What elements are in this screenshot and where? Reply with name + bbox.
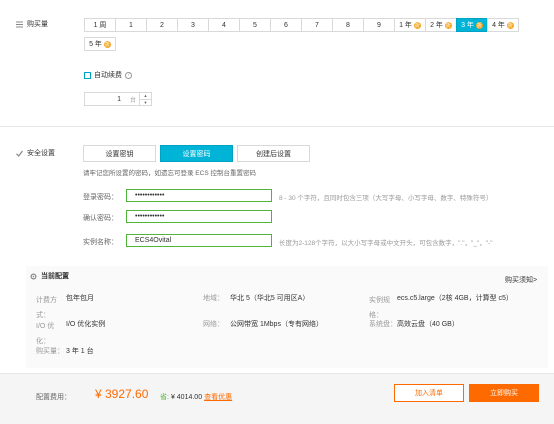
quantity-stepper[interactable]: 1 台 ▲ ▼ xyxy=(84,92,152,106)
duration-option-5y[interactable]: 5 年折 xyxy=(84,37,116,51)
tab-set-key[interactable]: 设置密钥 xyxy=(83,145,156,162)
current-config-title: 当前配置 xyxy=(30,271,69,281)
config-value: 包年包月 xyxy=(66,295,94,302)
duration-label: 5 xyxy=(253,21,257,29)
gear-icon xyxy=(30,272,37,280)
discount-badge-icon: 折 xyxy=(475,21,483,29)
instance-name-hint: 长度为2-128个字符，以大小写字母或中文开头，可包含数字，"."，"_"，"-… xyxy=(279,240,493,247)
check-icon xyxy=(16,150,23,157)
duration-option-3m[interactable]: 3 xyxy=(177,18,209,32)
view-discount-link[interactable]: 查看优惠 xyxy=(204,392,232,402)
duration-label: 1 周 xyxy=(93,22,107,29)
section-divider xyxy=(0,126,554,127)
security-section-label: 安全设置 xyxy=(27,150,55,157)
buy-now-label: 立即购买 xyxy=(490,390,518,397)
config-value: ecs.c5.large（2核 4GB，计算型 c5） xyxy=(397,295,513,302)
discount-badge-icon: 折 xyxy=(444,21,452,29)
duration-label: 3 xyxy=(191,21,195,29)
discount-badge-icon: 折 xyxy=(413,21,421,29)
chevron-down-icon[interactable]: ▼ xyxy=(140,98,151,106)
quantity-value[interactable]: 1 xyxy=(85,93,127,105)
tab-label: 创建后设置 xyxy=(256,150,291,158)
current-config-panel xyxy=(26,266,548,368)
instance-name-input[interactable]: ECS4Ovital xyxy=(126,234,272,247)
buy-now-button[interactable]: 立即购买 xyxy=(469,384,539,402)
duration-label: 4 xyxy=(222,21,226,29)
duration-label: 6 xyxy=(284,21,288,29)
duration-option-5m[interactable]: 5 xyxy=(239,18,271,32)
help-icon[interactable]: ? xyxy=(125,71,132,79)
duration-label: 7 xyxy=(315,21,319,29)
duration-option-2y[interactable]: 2 年折 xyxy=(425,18,457,32)
duration-option-8m[interactable]: 8 xyxy=(332,18,364,32)
config-value: 高效云盘（40 GB） xyxy=(397,321,459,328)
duration-option-9m[interactable]: 9 xyxy=(363,18,395,32)
config-key: 系统盘： xyxy=(369,321,397,328)
duration-label: 8 xyxy=(346,21,350,29)
total-price: ¥ 3927.60 xyxy=(95,387,149,401)
tab-label: 设置密钥 xyxy=(105,150,134,158)
stepper-arrows: ▲ ▼ xyxy=(139,93,151,105)
duration-label: 5 年 xyxy=(89,41,102,48)
auto-renew: 自动续费 ? xyxy=(84,70,132,80)
duration-option-3y[interactable]: 3 年折 xyxy=(456,18,488,32)
fee-label: 配置费用： xyxy=(36,394,71,401)
purchase-notice-link[interactable]: 购买须知> xyxy=(505,275,537,285)
purchase-section-title: 购买量 xyxy=(16,19,48,29)
duration-label: 2 xyxy=(160,21,164,29)
security-section-title: 安全设置 xyxy=(16,148,55,158)
login-password-label: 登录密码： xyxy=(83,194,118,201)
duration-label: 2 年 xyxy=(430,22,443,29)
password-notice: 请牢记您所设置的密码，如遗忘可登录 ECS 控制台重置密码 xyxy=(83,170,256,177)
config-key: 网络： xyxy=(203,321,224,328)
duration-label: 3 年 xyxy=(461,22,474,29)
duration-label: 1 年 xyxy=(399,22,412,29)
discount-badge-icon: 折 xyxy=(103,40,111,48)
savings-info: 省: ¥ 4014.00 查看优惠 xyxy=(160,392,232,402)
quantity-unit: 台 xyxy=(129,97,136,104)
duration-label: 4 年 xyxy=(492,22,505,29)
config-key: 购买量： xyxy=(36,348,64,355)
duration-selector-row2: 5 年折 xyxy=(84,37,116,51)
duration-option-2m[interactable]: 2 xyxy=(146,18,178,32)
duration-option-4y[interactable]: 4 年折 xyxy=(487,18,519,32)
duration-option-1w[interactable]: 1 周 xyxy=(84,18,116,32)
duration-label: 1 xyxy=(129,21,133,29)
saved-prefix: 省: xyxy=(160,394,169,401)
discount-badge-icon: 折 xyxy=(506,21,514,29)
instance-name-label: 实例名称： xyxy=(83,239,118,246)
add-to-list-label: 加入清单 xyxy=(415,390,443,397)
duration-label: 9 xyxy=(377,21,381,29)
tab-set-after-create[interactable]: 创建后设置 xyxy=(237,145,310,162)
duration-option-4m[interactable]: 4 xyxy=(208,18,240,32)
duration-selector: 1 周 1 2 3 4 5 6 7 8 9 1 年折 2 年折 3 年折 4 年… xyxy=(84,18,519,32)
saved-value: ¥ 4014.00 xyxy=(170,393,203,401)
duration-option-6m[interactable]: 6 xyxy=(270,18,302,32)
confirm-password-label: 确认密码： xyxy=(83,215,118,222)
auto-renew-checkbox[interactable] xyxy=(84,71,91,79)
config-key: 地域： xyxy=(203,295,224,302)
current-config-label: 当前配置 xyxy=(41,273,69,280)
login-password-hint: 8 - 30 个字符，且同时包含三项（大写字母、小写字母、数字、特殊符号） xyxy=(279,195,493,202)
config-value: 公网带宽 1Mbps（专有网络） xyxy=(230,321,323,328)
duration-option-1y[interactable]: 1 年折 xyxy=(394,18,426,32)
duration-option-1m[interactable]: 1 xyxy=(115,18,147,32)
login-password-input[interactable]: •••••••••••• xyxy=(126,189,272,202)
purchase-section-label: 购买量 xyxy=(27,21,48,28)
config-value: I/O 优化实例 xyxy=(66,321,106,328)
add-to-list-button[interactable]: 加入清单 xyxy=(394,384,464,402)
security-tabs: 设置密钥 设置密码 创建后设置 xyxy=(83,145,310,162)
list-icon xyxy=(16,21,23,28)
config-key: I/O 优化： xyxy=(36,323,55,345)
confirm-password-input[interactable]: •••••••••••• xyxy=(126,210,272,223)
tab-label: 设置密码 xyxy=(182,150,211,158)
config-value: 3 年 1 台 xyxy=(66,348,94,355)
tab-set-password[interactable]: 设置密码 xyxy=(160,145,233,162)
config-value: 华北 5（华北5 可用区A） xyxy=(230,295,310,302)
duration-option-7m[interactable]: 7 xyxy=(301,18,333,32)
auto-renew-label: 自动续费 xyxy=(94,72,122,79)
